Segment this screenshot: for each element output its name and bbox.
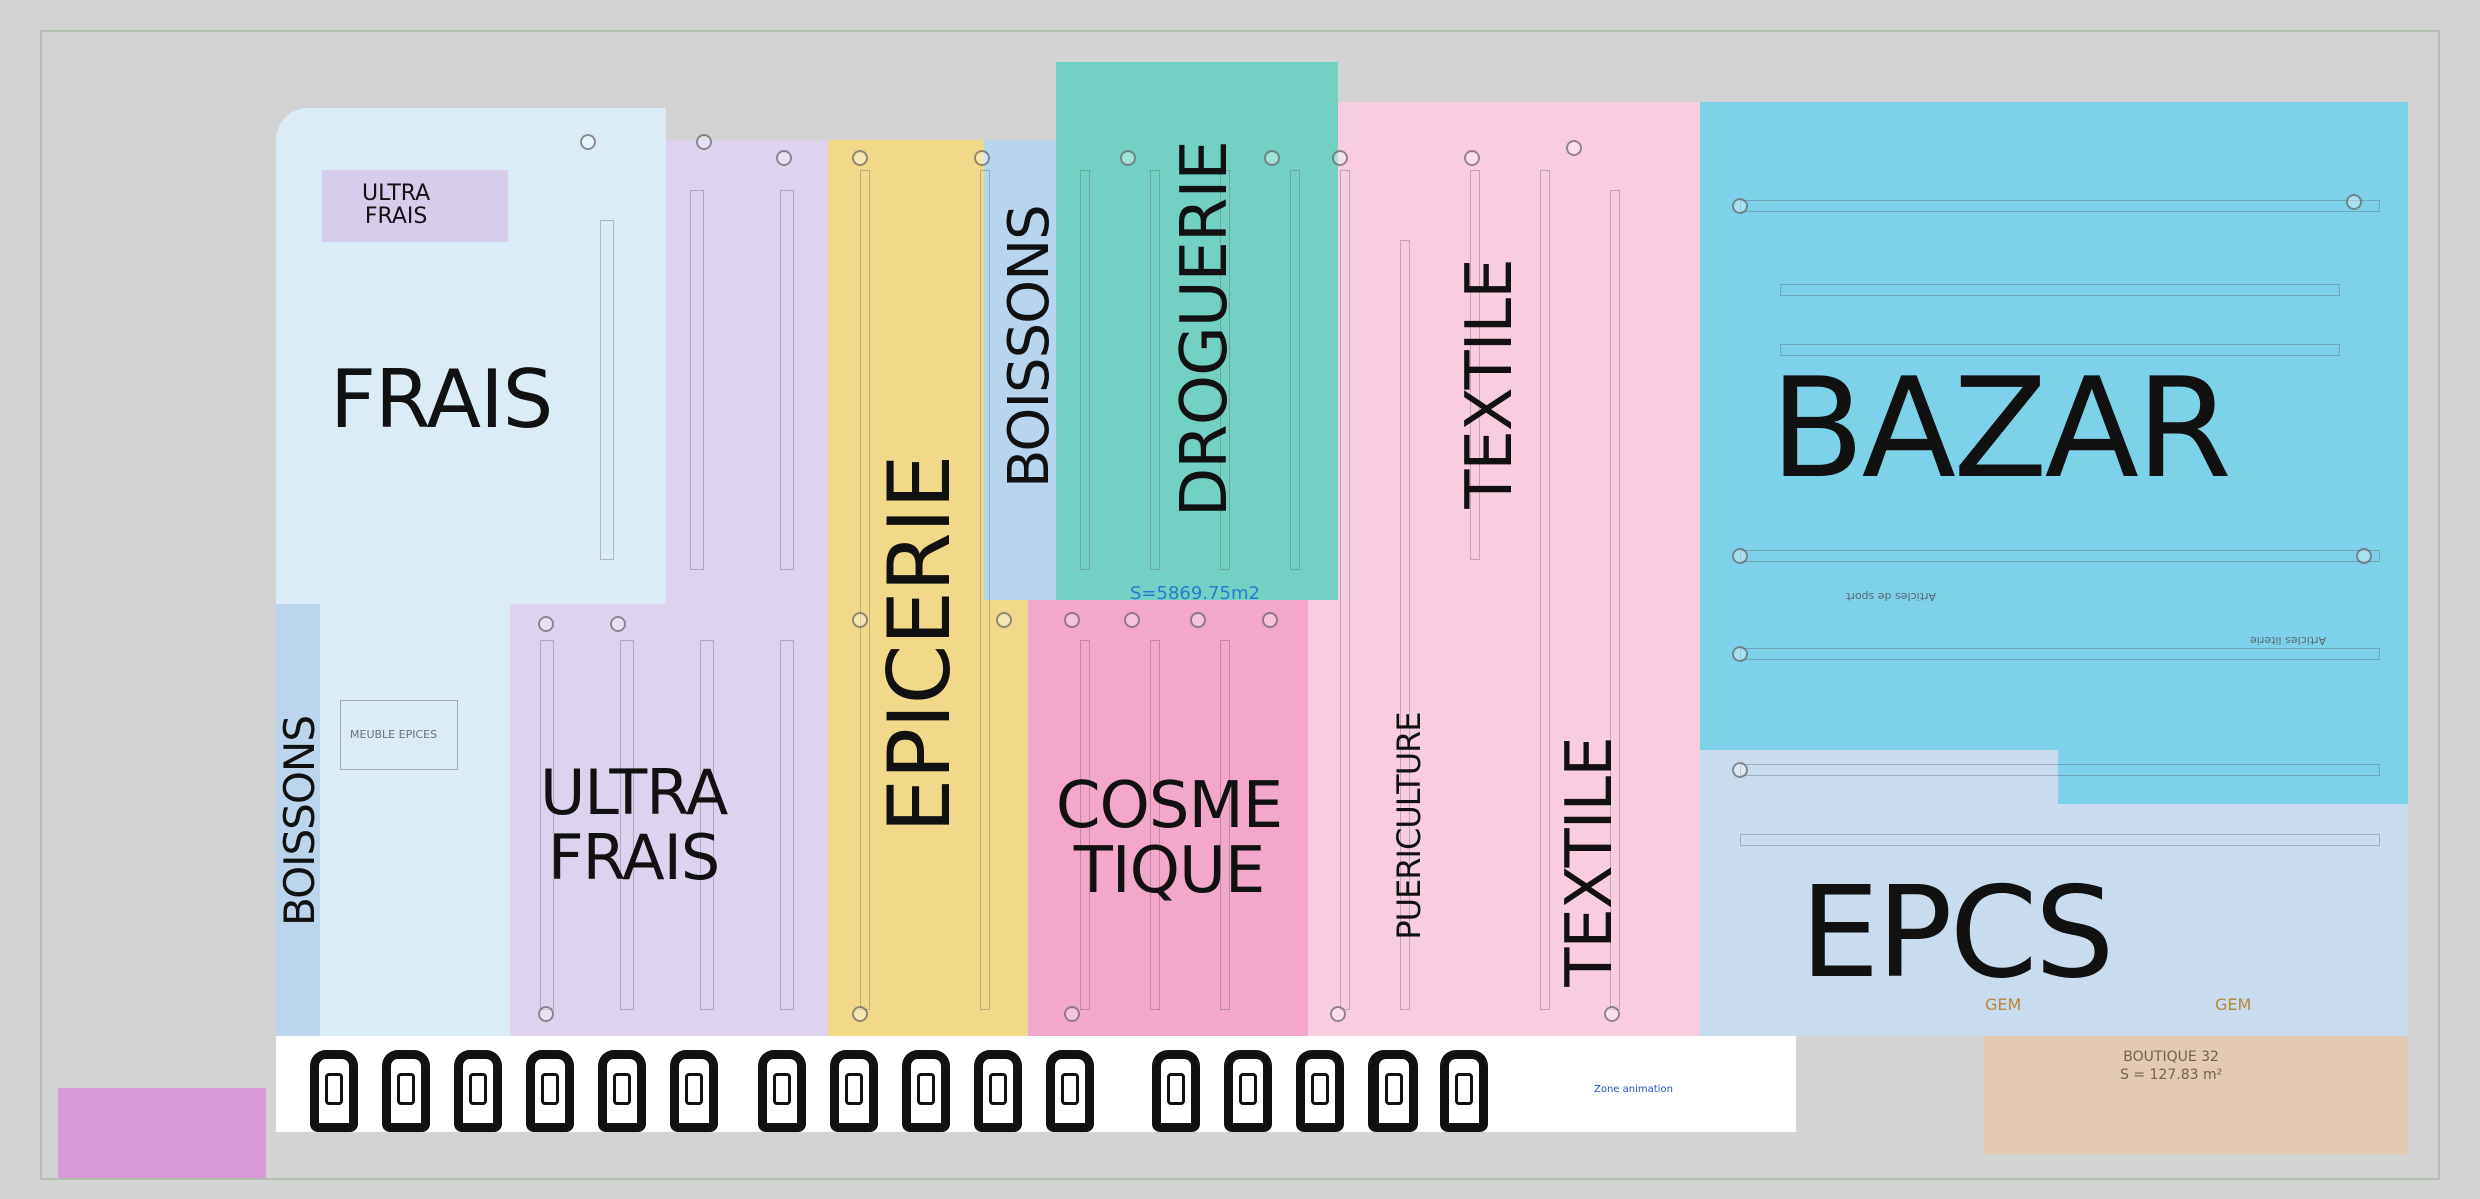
zone-frais-lower xyxy=(320,604,510,1036)
node-marker xyxy=(1566,140,1582,156)
aisle xyxy=(860,170,870,1010)
node-marker xyxy=(1732,198,1748,214)
node-marker xyxy=(2356,548,2372,564)
aisle xyxy=(780,190,794,570)
node-marker xyxy=(1124,612,1140,628)
aisle xyxy=(980,170,990,1010)
checkout-lane-icon xyxy=(382,1050,430,1132)
label-droguerie: DROGUERIE xyxy=(1168,141,1242,517)
store-floor-plan: MEUBLE EPICES S=5869.75m2 ULTRA FRAIS FR… xyxy=(0,0,2480,1199)
node-marker xyxy=(852,150,868,166)
aisle xyxy=(690,190,704,570)
checkout-lane-icon xyxy=(526,1050,574,1132)
checkout-lane-icon xyxy=(1046,1050,1094,1132)
aisle xyxy=(1340,170,1350,1010)
label-boutique: BOUTIQUE 32 S = 127.83 m² xyxy=(2120,1049,2223,1084)
aisle xyxy=(780,640,794,1010)
node-marker xyxy=(1464,150,1480,166)
node-marker xyxy=(1262,612,1278,628)
node-marker xyxy=(610,616,626,632)
checkout-lane-icon xyxy=(1152,1050,1200,1132)
node-marker xyxy=(696,134,712,150)
label-frais: FRAIS xyxy=(330,353,553,446)
node-marker xyxy=(1264,150,1280,166)
aisle xyxy=(1150,170,1160,570)
gem-label-left: GEM xyxy=(1985,995,2022,1014)
label-ultra-frais-top: ULTRA FRAIS xyxy=(362,181,431,230)
checkout-lane-icon xyxy=(310,1050,358,1132)
checkout-lane-icon xyxy=(974,1050,1022,1132)
label-epcs: EPCS xyxy=(1800,859,2115,1006)
checkout-lane-icon xyxy=(1370,1050,1418,1132)
node-marker xyxy=(1732,548,1748,564)
checkout-lane-icon xyxy=(902,1050,950,1132)
entrance-block xyxy=(58,1088,266,1178)
aisle xyxy=(1740,834,2380,846)
articles-sport-label: Articles de sport xyxy=(1846,590,1937,603)
label-epicerie: EPICERIE xyxy=(870,455,970,833)
aisle xyxy=(1740,764,2380,776)
gem-label-right: GEM xyxy=(2215,995,2252,1014)
aisle xyxy=(1740,200,2380,212)
checkout-lane-icon xyxy=(1440,1050,1488,1132)
node-marker xyxy=(996,612,1012,628)
aisle xyxy=(1780,284,2340,296)
node-marker xyxy=(1190,612,1206,628)
meuble-epices-label: MEUBLE EPICES xyxy=(350,728,438,741)
checkout-lane-icon xyxy=(1296,1050,1344,1132)
label-cosmetique: COSME TIQUE xyxy=(1055,769,1283,909)
label-textile-top: TEXTILE xyxy=(1453,259,1527,509)
zone-animation-label: Zone animation xyxy=(1594,1084,1673,1095)
checkout-lane-icon xyxy=(454,1050,502,1132)
node-marker xyxy=(974,150,990,166)
node-marker xyxy=(538,1006,554,1022)
checkout-lane-icon xyxy=(830,1050,878,1132)
checkout-lane-icon xyxy=(758,1050,806,1132)
zone-bazar-lower xyxy=(2058,750,2408,804)
node-marker xyxy=(1332,150,1348,166)
aisle xyxy=(1740,550,2380,562)
aisle xyxy=(600,220,614,560)
node-marker xyxy=(538,616,554,632)
node-marker xyxy=(1330,1006,1346,1022)
node-marker xyxy=(1064,612,1080,628)
checkout-strip xyxy=(276,1036,1796,1132)
aisle xyxy=(1080,170,1090,570)
aisle xyxy=(1740,648,2380,660)
node-marker xyxy=(2346,194,2362,210)
node-marker xyxy=(1732,762,1748,778)
node-marker xyxy=(1732,646,1748,662)
aisle xyxy=(1540,170,1550,1010)
label-ultra-frais: ULTRA FRAIS xyxy=(540,756,728,895)
articles-literie-label: Articles literie xyxy=(2250,634,2327,647)
node-marker xyxy=(852,612,868,628)
node-marker xyxy=(1064,1006,1080,1022)
checkout-lane-icon xyxy=(598,1050,646,1132)
node-marker xyxy=(776,150,792,166)
label-bazar: BAZAR xyxy=(1770,348,2232,509)
label-boissons-left: BOISSONS xyxy=(275,716,324,926)
node-marker xyxy=(580,134,596,150)
label-boissons: BOISSONS xyxy=(997,205,1062,488)
label-puericulture: PUERICULTURE xyxy=(1390,712,1428,940)
area-label: S=5869.75m2 xyxy=(1130,583,1260,604)
aisle xyxy=(1290,170,1300,570)
checkout-lane-icon xyxy=(670,1050,718,1132)
label-textile-bottom: TEXTILE xyxy=(1553,737,1627,987)
node-marker xyxy=(1120,150,1136,166)
checkout-lane-icon xyxy=(1224,1050,1272,1132)
node-marker xyxy=(852,1006,868,1022)
